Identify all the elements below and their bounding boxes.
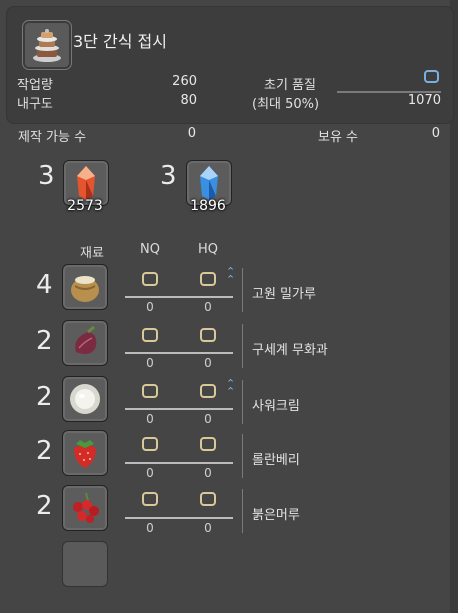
nq-count: 0: [146, 412, 154, 426]
hq-checkbox[interactable]: [200, 384, 216, 398]
column-divider: [242, 268, 243, 312]
crystal-count: 2573: [67, 198, 103, 214]
strawberry-icon[interactable]: [62, 430, 108, 476]
hq-checkbox[interactable]: [200, 492, 216, 506]
column-divider: [242, 489, 243, 533]
recipe-header-panel: 3단 간식 접시 작업량 260 내구도 80 초기 품질 (최대 50%) 1…: [6, 6, 454, 124]
crystal-required: 3: [38, 161, 55, 191]
progress-value: 260: [172, 74, 197, 89]
column-divider: [242, 380, 243, 424]
quantity-divider: [125, 408, 233, 410]
hq-available-icon: ⌃ ⌃: [226, 265, 236, 286]
hq-available-icon: ⌃ ⌃: [226, 377, 236, 398]
durability-value: 80: [180, 93, 197, 108]
ingredient-name: 롤란베리: [252, 453, 300, 468]
fig-icon[interactable]: [62, 320, 108, 366]
hq-checkbox[interactable]: [200, 272, 216, 286]
max-quality-label: (최대 50%): [252, 97, 320, 112]
hq-column-header: HQ: [198, 242, 219, 257]
column-divider: [242, 324, 243, 368]
hq-count: 0: [204, 412, 212, 426]
ingredient-required: 2: [36, 436, 53, 466]
quality-value: 1070: [407, 93, 441, 108]
ingredient-name: 고원 밀가루: [252, 287, 316, 302]
nq-count: 0: [146, 521, 154, 535]
owned-value: 0: [431, 126, 440, 141]
nq-count: 0: [146, 300, 154, 314]
ingredient-name: 붉은머루: [252, 508, 300, 523]
snack-plate-icon[interactable]: [22, 20, 72, 70]
ingredient-name: 사워크림: [252, 399, 300, 414]
ingredient-name: 구세계 무화과: [252, 343, 328, 358]
ingredient-required: 2: [36, 382, 53, 412]
initial-quality-label: 초기 품질: [264, 78, 316, 93]
quantity-divider: [125, 462, 233, 464]
flour-sack-icon[interactable]: [62, 264, 108, 310]
red-berries-icon[interactable]: [62, 485, 108, 531]
empty-ingredient-slot: [62, 541, 108, 587]
hq-checkbox[interactable]: [424, 70, 439, 83]
quantity-divider: [125, 352, 233, 354]
nq-column-header: NQ: [140, 242, 160, 257]
nq-count: 0: [146, 466, 154, 480]
crystal-count: 1896: [190, 198, 226, 214]
quantity-divider: [125, 296, 233, 298]
material-column-header: 재료: [80, 246, 104, 261]
progress-label: 작업량: [17, 78, 53, 93]
item-name: 3단 간식 접시: [73, 32, 167, 51]
hq-checkbox[interactable]: [200, 437, 216, 451]
durability-label: 내구도: [17, 97, 53, 112]
hq-checkbox[interactable]: [200, 328, 216, 342]
ingredient-required: 4: [36, 270, 53, 300]
craftable-value: 0: [187, 126, 196, 141]
hq-count: 0: [204, 300, 212, 314]
hq-count: 0: [204, 466, 212, 480]
owned-label: 보유 수: [318, 130, 359, 145]
nq-count: 0: [146, 356, 154, 370]
nq-checkbox[interactable]: [142, 437, 158, 451]
sour-cream-icon[interactable]: [62, 376, 108, 422]
hq-count: 0: [204, 521, 212, 535]
craftable-label: 제작 가능 수: [18, 130, 87, 145]
ingredient-required: 2: [36, 326, 53, 356]
ingredient-required: 2: [36, 491, 53, 521]
quantity-divider: [125, 517, 233, 519]
nq-checkbox[interactable]: [142, 384, 158, 398]
nq-checkbox[interactable]: [142, 492, 158, 506]
nq-checkbox[interactable]: [142, 328, 158, 342]
nq-checkbox[interactable]: [142, 272, 158, 286]
crystal-required: 3: [160, 161, 177, 191]
column-divider: [242, 434, 243, 478]
hq-count: 0: [204, 356, 212, 370]
